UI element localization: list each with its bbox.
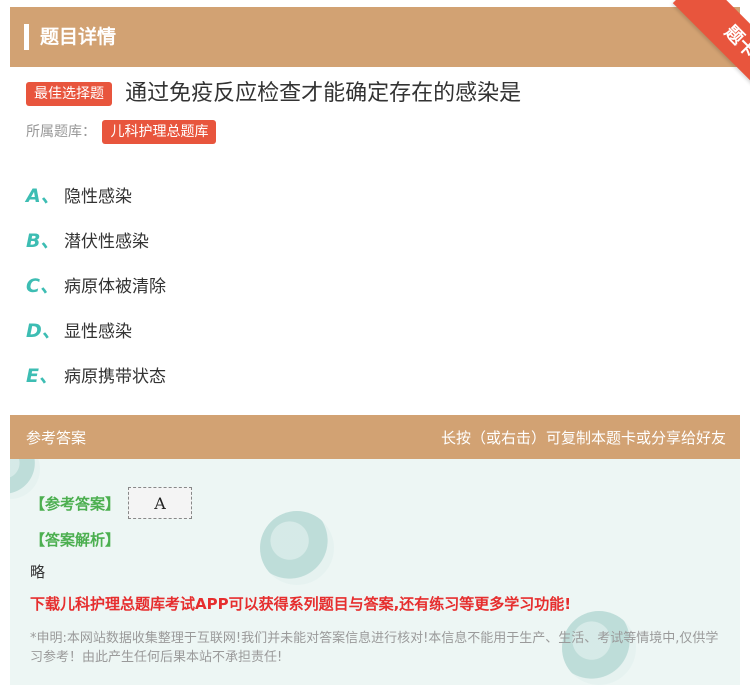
option-b[interactable]: B、 潜伏性感染	[26, 217, 166, 262]
header-accent-bar	[24, 24, 29, 50]
option-c[interactable]: C、 病原体被清除	[26, 262, 166, 307]
ribbon-label: 题卡	[672, 0, 750, 90]
question-title-row: 最佳选择题 通过免疫反应检查才能确定存在的感染是	[26, 78, 736, 110]
option-letter: E、	[26, 365, 58, 387]
option-letter: A、	[26, 185, 60, 207]
question-text: 通过免疫反应检查才能确定存在的感染是	[125, 81, 522, 106]
option-text: 病原体被清除	[64, 277, 166, 297]
question-type-badge: 最佳选择题	[26, 82, 112, 106]
corner-ribbon: 题卡	[640, 0, 750, 90]
download-app-link[interactable]: 下载儿科护理总题库考试APP可以获得系列题目与答案,还有练习等更多学习功能!	[30, 593, 571, 614]
option-text: 显性感染	[64, 322, 132, 342]
option-text: 潜伏性感染	[64, 232, 149, 252]
answer-header-title: 参考答案	[26, 429, 87, 447]
answer-header-bar: 参考答案 长按（或右击）可复制本题卡或分享给好友	[10, 415, 740, 459]
reference-answer-label: 【参考答案】	[30, 494, 121, 513]
answer-panel: 【参考答案】 A 【答案解析】 略 下载儿科护理总题库考试APP可以获得系列题目…	[10, 459, 740, 685]
option-a[interactable]: A、 隐性感染	[26, 172, 166, 217]
header-bar: 题目详情	[10, 7, 740, 67]
disclaimer-text: *申明:本网站数据收集整理于互联网!我们并未能对答案信息进行核对!本信息不能用于…	[30, 631, 719, 665]
reference-answer-row: 【参考答案】 A	[30, 487, 193, 519]
analysis-text: 略	[30, 563, 46, 581]
analysis-label: 【答案解析】	[30, 531, 121, 549]
share-hint: 长按（或右击）可复制本题卡或分享给好友	[440, 429, 726, 447]
options-list: A、 隐性感染 B、 潜伏性感染 C、 病原体被清除 D、 显性感染 E、 病原…	[26, 172, 166, 397]
option-letter: C、	[26, 275, 59, 297]
option-text: 病原携带状态	[64, 367, 166, 387]
question-bank-row: 所属题库： 儿科护理总题库	[26, 119, 217, 145]
page-title: 题目详情	[40, 26, 117, 48]
option-letter: D、	[26, 320, 61, 342]
option-e[interactable]: E、 病原携带状态	[26, 352, 166, 397]
question-bank-label: 所属题库：	[26, 124, 96, 140]
watermark-logo-icon	[260, 511, 334, 585]
option-text: 隐性感染	[64, 187, 132, 207]
option-letter: B、	[26, 230, 60, 252]
reference-answer-value: A	[128, 487, 193, 519]
question-bank-link[interactable]: 儿科护理总题库	[102, 120, 217, 144]
option-d[interactable]: D、 显性感染	[26, 307, 166, 352]
